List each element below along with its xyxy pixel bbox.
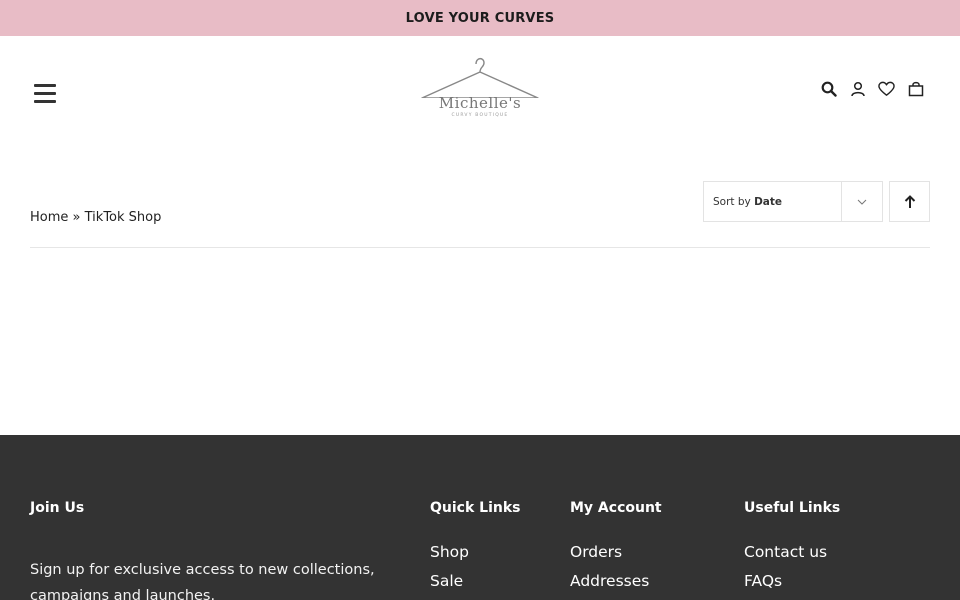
breadcrumb: Home » TikTok Shop <box>30 210 161 225</box>
footer-link-sale[interactable]: Sale <box>430 571 520 600</box>
breadcrumb-separator: » <box>72 210 81 225</box>
footer-quick-links-title: Quick Links <box>430 500 521 516</box>
footer-my-account: My Account Orders Addresses <box>570 500 662 600</box>
cart-bag-icon[interactable] <box>907 80 924 97</box>
sort-select[interactable]: Sort by Date <box>703 181 883 222</box>
header-icons <box>820 80 924 97</box>
footer-my-account-title: My Account <box>570 500 662 516</box>
footer-link-addresses[interactable]: Addresses <box>570 571 662 600</box>
announcement-text: LOVE YOUR CURVES <box>405 10 555 26</box>
arrow-up-icon <box>904 194 915 208</box>
account-icon[interactable] <box>849 80 866 97</box>
wishlist-heart-icon[interactable] <box>878 80 895 97</box>
footer-join: Join Us <box>30 500 84 516</box>
site-footer: Join Us Sign up for exclusive access to … <box>0 435 960 600</box>
footer-link-faqs[interactable]: FAQs <box>744 571 840 600</box>
search-icon[interactable] <box>820 80 837 97</box>
footer-quick-links: Quick Links Shop Sale <box>430 500 520 600</box>
sort-order-toggle-button[interactable] <box>889 181 930 222</box>
footer-link-shop[interactable]: Shop <box>430 542 520 571</box>
brand-tagline: CURVY BOUTIQUE <box>451 113 509 118</box>
breadcrumb-home-link[interactable]: Home <box>30 210 68 225</box>
footer-useful-links: Useful Links Contact us FAQs <box>744 500 840 600</box>
brand-logo[interactable]: Michelle's CURVY BOUTIQUE <box>418 54 542 122</box>
chevron-down-icon[interactable] <box>841 182 882 221</box>
footer-join-title: Join Us <box>30 500 85 516</box>
breadcrumb-current: TikTok Shop <box>84 210 162 225</box>
content-divider <box>30 247 930 248</box>
brand-name: Michelle's <box>438 94 522 112</box>
sort-prefix: Sort by <box>713 195 751 208</box>
announcement-bar: LOVE YOUR CURVES <box>0 0 960 36</box>
sort-label: Sort by Date <box>704 196 841 208</box>
hanger-icon <box>421 57 539 99</box>
footer-useful-links-title: Useful Links <box>744 500 841 516</box>
footer-link-orders[interactable]: Orders <box>570 542 662 571</box>
sort-value: Date <box>754 195 783 208</box>
footer-link-contact[interactable]: Contact us <box>744 542 840 571</box>
menu-hamburger-icon[interactable] <box>34 84 56 103</box>
footer-join-text: Sign up for exclusive access to new coll… <box>30 562 375 600</box>
site-header: Michelle's CURVY BOUTIQUE <box>0 36 960 146</box>
